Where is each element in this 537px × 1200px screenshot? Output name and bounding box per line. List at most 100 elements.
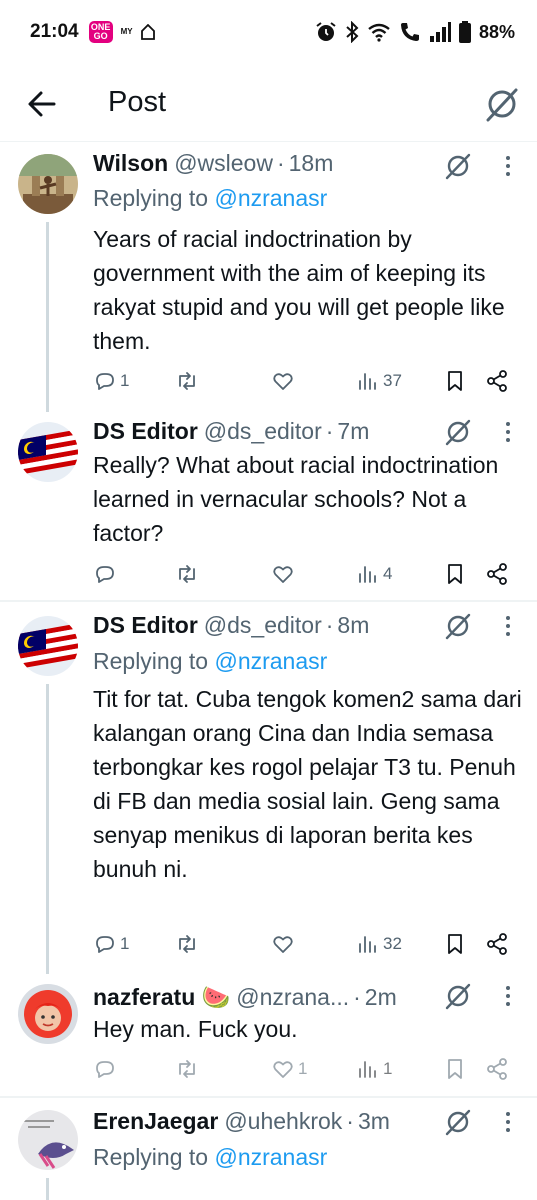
views-button[interactable]: 32 [356, 929, 402, 959]
bookmark-icon [448, 564, 462, 584]
avatar[interactable] [18, 1110, 78, 1170]
retweet-button[interactable] [175, 929, 199, 959]
reply-button[interactable]: 1 [93, 366, 129, 396]
tweet-actions: 4 [93, 559, 523, 589]
share-button[interactable] [485, 1054, 509, 1084]
bookmark-button[interactable] [443, 559, 467, 589]
separator-dot: · [353, 984, 361, 1010]
mention-link[interactable]: @nzranasr [214, 185, 327, 211]
grok-icon [486, 88, 518, 122]
mention-link[interactable]: @nzranasr [214, 648, 327, 674]
page-title: Post [108, 86, 167, 118]
views-button[interactable]: 37 [356, 366, 402, 396]
back-button[interactable] [26, 88, 58, 120]
bluetooth-icon [346, 21, 359, 43]
share-icon [487, 563, 507, 585]
separator-dot: · [346, 1108, 354, 1134]
views-button[interactable]: 1 [356, 1054, 392, 1084]
more-button[interactable] [498, 1110, 518, 1134]
author-handle[interactable]: @ds_editor [204, 612, 322, 639]
share-icon [487, 1058, 507, 1080]
author-name[interactable]: ErenJaegar [93, 1108, 218, 1135]
more-icon [506, 616, 510, 636]
share-button[interactable] [485, 929, 509, 959]
separator-dot: · [325, 418, 334, 444]
grok-button[interactable] [484, 86, 520, 122]
mention-link[interactable]: @nzranasr [214, 1144, 327, 1170]
avatar[interactable] [18, 422, 78, 482]
reply-icon [96, 566, 114, 583]
author-name[interactable]: DS Editor [93, 418, 198, 445]
like-icon [273, 373, 293, 390]
author-handle[interactable]: @wsleow [174, 150, 273, 177]
reply-button[interactable]: 1 [93, 929, 129, 959]
bookmark-button[interactable] [443, 929, 467, 959]
tweet-nazferatu[interactable]: nazferatu 🍉 @nzrana... · 2m Hey man. Fuc… [0, 974, 537, 1096]
bookmark-icon [448, 371, 462, 391]
like-button[interactable] [271, 929, 295, 959]
like-button[interactable]: 1 [271, 1054, 307, 1084]
views-button[interactable]: 4 [356, 559, 392, 589]
share-button[interactable] [485, 559, 509, 589]
grok-button[interactable] [444, 418, 472, 446]
grok-button[interactable] [444, 612, 472, 640]
timestamp[interactable]: 2m [365, 984, 397, 1011]
like-button[interactable] [271, 366, 295, 396]
thread-line [46, 222, 49, 412]
replying-to: Replying to @nzranasr [93, 185, 328, 211]
tweet-erenjaegar[interactable]: ErenJaegar @uhehkrok · 3m Replying to @n… [0, 1098, 537, 1200]
share-icon [487, 933, 507, 955]
like-icon [273, 566, 293, 583]
alarm-icon [316, 22, 336, 41]
retweet-button[interactable] [175, 559, 199, 589]
timestamp[interactable]: 8m [337, 612, 369, 639]
views-icon [359, 936, 376, 953]
retweet-icon [179, 935, 195, 953]
more-button[interactable] [498, 154, 518, 178]
grok-icon [445, 613, 471, 640]
author-handle[interactable]: @uhehkrok [224, 1108, 342, 1135]
grok-button[interactable] [444, 1108, 472, 1136]
share-button[interactable] [485, 366, 509, 396]
tweet-actions: 1 32 [93, 929, 523, 959]
avatar[interactable] [18, 984, 78, 1044]
reply-count: 1 [120, 371, 130, 390]
battery-icon [458, 21, 471, 43]
bookmark-button[interactable] [443, 1054, 467, 1084]
reply-icon [96, 373, 114, 390]
reply-icon [96, 1061, 114, 1078]
grok-icon [445, 153, 471, 180]
more-button[interactable] [498, 420, 518, 444]
reply-button[interactable] [93, 1054, 117, 1084]
back-arrow-icon [28, 91, 56, 117]
grok-button[interactable] [444, 982, 472, 1010]
author-name[interactable]: DS Editor [93, 612, 198, 639]
reply-count: 1 [120, 934, 130, 953]
avatar[interactable] [18, 154, 78, 214]
more-button[interactable] [498, 984, 518, 1008]
reply-button[interactable] [93, 559, 117, 589]
avatar[interactable] [18, 616, 78, 676]
grok-icon [445, 419, 471, 446]
grok-button[interactable] [444, 152, 472, 180]
author-name[interactable]: nazferatu 🍉 [93, 984, 230, 1011]
tweet-wilson[interactable]: Wilson @wsleow · 18m Replying to @nzrana… [0, 142, 537, 412]
reply-icon [96, 936, 114, 953]
author-name[interactable]: Wilson [93, 150, 168, 177]
grok-icon [445, 983, 471, 1010]
my-app-icon: MY [120, 27, 133, 36]
timestamp[interactable]: 18m [289, 150, 334, 177]
bookmark-button[interactable] [443, 366, 467, 396]
author-handle[interactable]: @nzrana... [236, 984, 349, 1011]
timestamp[interactable]: 7m [337, 418, 369, 445]
timestamp[interactable]: 3m [358, 1108, 390, 1135]
retweet-button[interactable] [175, 1054, 199, 1084]
tweet-ds-editor[interactable]: DS Editor @ds_editor · 8m Replying to @n… [0, 602, 537, 974]
retweet-button[interactable] [175, 366, 199, 396]
tweet-ds-editor-reply[interactable]: DS Editor @ds_editor · 7m Really? What a… [0, 412, 537, 600]
share-icon [487, 370, 507, 392]
view-count: 32 [383, 934, 402, 953]
more-button[interactable] [498, 614, 518, 638]
like-button[interactable] [271, 559, 295, 589]
author-handle[interactable]: @ds_editor [204, 418, 322, 445]
